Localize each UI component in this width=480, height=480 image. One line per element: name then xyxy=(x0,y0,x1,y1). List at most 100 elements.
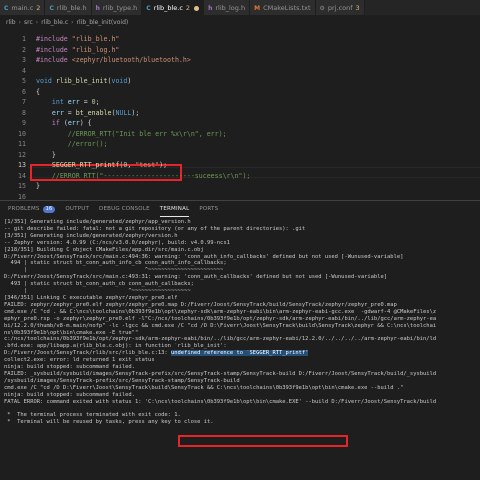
line-number: 5 xyxy=(22,77,26,85)
terminal-line: -- Zephyr version: 4.0.99 (C:/ncs/v3.0.0… xyxy=(4,239,230,246)
breadcrumb-item[interactable]: rlib xyxy=(6,19,16,26)
terminal-line: * The terminal process terminated with e… xyxy=(4,412,181,419)
line-number: 3 xyxy=(22,56,26,64)
breadcrumb-item[interactable]: rlib_ble_init(void) xyxy=(77,19,129,26)
code-line[interactable]: 14 //ERROR_RTT("-----------------------s… xyxy=(0,171,480,182)
tab-rlib-log-h[interactable]: h rlib_log.h xyxy=(204,0,251,15)
panel-tab-bar: PROBLEMS 16 OUTPUT DEBUG CONSOLE TERMINAL POR… xyxy=(0,201,480,217)
terminal-line: D:/Fiverr/Joost/SensyTrack/src/main.c:49… xyxy=(4,253,404,260)
problem-count: 2 xyxy=(36,4,41,12)
line-number: 14 xyxy=(18,171,26,180)
code-line[interactable]: 10 //ERROR_RTT("Init ble err %x\r\n", er… xyxy=(0,129,480,140)
terminal-line: FAILED: zephyr/zephyr_pre0.elf zephyr/ze… xyxy=(4,301,397,308)
code-line[interactable]: 9 if (err) { xyxy=(0,118,480,129)
code-text: #include <zephyr/bluetooth/bluetooth.h> xyxy=(36,56,191,64)
code-line[interactable]: 4 xyxy=(0,66,480,77)
code-text: if (err) { xyxy=(51,119,92,127)
tab-label: main.c xyxy=(11,4,34,12)
tab-rlib-ble-h[interactable]: Crlib_ble.h xyxy=(45,0,92,15)
line-number: 4 xyxy=(22,66,26,75)
terminal-line: ns\0b393f9e1b\opt\bin\cmake.exe -E true"… xyxy=(4,329,139,336)
terminal-line: /sysbuild/images/SensyTrack-prefix/src/S… xyxy=(4,377,240,384)
terminal-line: collect2.exe: error: ld returned 1 exit … xyxy=(4,357,155,364)
terminal-line: [346/351] Linking C executable zephyr/ze… xyxy=(4,294,178,301)
terminal-line: FAILED: _sysbuild/sysbuild/images/SensyT… xyxy=(4,370,437,377)
line-number: 9 xyxy=(22,119,26,127)
terminal-line: cmd.exe /C "cd /D D:\Fiverr\Joost\SensyT… xyxy=(4,384,404,391)
breadcrumb-item[interactable]: src xyxy=(24,19,33,26)
unsaved-dot-icon[interactable] xyxy=(194,5,200,11)
problem-count: 2 xyxy=(185,4,191,12)
tab-prj-conf[interactable]: ⚙ prj.conf 3 xyxy=(315,0,365,15)
problem-count: 3 xyxy=(355,4,360,12)
line-number: 2 xyxy=(22,45,26,54)
file-type-icon: h xyxy=(208,4,213,12)
terminal-line: .bfd.exe: app/libapp.a(rlib_ble.c.obj): … xyxy=(4,343,227,350)
terminal-line: cmd.exe /C "cd . && C:\ncs\toolchains\0b… xyxy=(4,308,437,315)
panel-tab-output[interactable]: OUTPUT xyxy=(65,201,89,217)
code-text: //error(); xyxy=(67,140,108,148)
code-line[interactable]: 2 #include "rlib_log.h" xyxy=(0,45,480,56)
line-number: 15 xyxy=(18,182,26,190)
panel-tab-label: PROBLEMS xyxy=(8,206,40,212)
tab-label: rlib_ble.c xyxy=(153,4,183,12)
code-line[interactable]: 12 } xyxy=(0,150,480,161)
code-text: SEGGER_RTT_printf(0, "test"); xyxy=(51,161,168,169)
bottom-panel: PROBLEMS 16 OUTPUT DEBUG CONSOLE TERMINAL POR… xyxy=(0,200,480,480)
file-type-icon: C xyxy=(146,4,151,12)
panel-tab-label: OUTPUT xyxy=(65,206,90,212)
line-number: 1 xyxy=(22,35,26,43)
code-line[interactable]: 1 #include "rlib_ble.h" xyxy=(0,34,480,45)
tab-label: rlib_ble.h xyxy=(56,4,87,12)
terminal-line: ninja: build stopped: subcommand failed. xyxy=(4,364,135,371)
editor-tab-bar: Cmain.c 2 Crlib_ble.h h rlib_type.h Crlib_ble… xyxy=(0,0,480,16)
linker-error-message: undefined reference to `SEGGER_RTT_print… xyxy=(170,350,309,357)
code-line[interactable]: 8 err = bt_enable(NULL); xyxy=(0,108,480,119)
terminal-line: [1/351] Generating include/generated/zep… xyxy=(4,219,191,225)
code-line[interactable]: 6{ xyxy=(0,87,480,98)
panel-tab-terminal[interactable]: TERMINAL xyxy=(159,201,190,217)
code-line[interactable]: 7 int err = 0; xyxy=(0,97,480,108)
line-number: 6 xyxy=(22,87,26,96)
breadcrumb: rlib › src › rlib_ble.c › rlib_ble_init(void) xyxy=(0,16,480,28)
code-text: err = bt_enable(NULL); xyxy=(51,108,140,117)
terminal-line: [3/351] Generating include/generated/zep… xyxy=(4,232,178,239)
terminal-line: * Terminal will be reused by tasks, pres… xyxy=(4,419,214,426)
chevron-right-icon: › xyxy=(71,18,74,26)
tab-main-c[interactable]: Cmain.c 2 xyxy=(0,0,46,15)
tab-cmakelists-txt[interactable]: M CMakeLists.txt xyxy=(250,0,316,15)
breadcrumb-item[interactable]: rlib_ble.c xyxy=(41,19,68,26)
tab-rlib-ble-c[interactable]: Crlib_ble.c 2 xyxy=(142,0,205,15)
terminal-line: bi/12.2.0/thumb/v8-m.main/nofp" -lc -lgc… xyxy=(4,322,437,329)
terminal-line: | ^~~~~~~~~~~~~~~~~~~ xyxy=(4,288,191,295)
line-number: 7 xyxy=(22,98,26,106)
tab-label: rlib_log.h xyxy=(215,4,246,12)
code-line[interactable]: 15} xyxy=(0,181,480,192)
tab-rlib-type-h[interactable]: h rlib_type.h xyxy=(91,0,143,15)
code-editor[interactable]: 1 #include "rlib_ble.h" 2 #include "rlib_lo… xyxy=(0,28,480,201)
code-line[interactable]: 13 SEGGER_RTT_printf(0, "test"); xyxy=(0,160,480,171)
panel-tab-ports[interactable]: PORTS xyxy=(199,201,218,217)
panel-tab-debug-console[interactable]: DEBUG CONSOLE xyxy=(99,201,150,217)
problems-count-badge: 16 xyxy=(42,205,56,213)
terminal-line: -- git describe failed: fatal: not a git… xyxy=(4,225,306,232)
code-text: { xyxy=(36,87,40,96)
line-number: 11 xyxy=(18,140,26,148)
code-line[interactable]: 3 #include <zephyr/bluetooth/bluetooth.h> xyxy=(0,55,480,66)
code-line[interactable]: 11 //error(); xyxy=(0,139,480,150)
tab-label: rlib_type.h xyxy=(102,4,138,12)
file-type-icon: h xyxy=(95,4,100,12)
code-text: //ERROR_RTT("-----------------------suce… xyxy=(51,171,251,180)
terminal-line: [218/351] Building C object CMakeFiles/a… xyxy=(4,246,204,253)
file-type-icon: M xyxy=(254,4,261,12)
line-number: 8 xyxy=(22,108,26,117)
code-line[interactable]: 5 void rlib_ble_init(void) xyxy=(0,76,480,87)
panel-tab-label: DEBUG CONSOLE xyxy=(99,206,150,212)
code-text: int err = 0; xyxy=(51,98,100,106)
terminal-line: | ^~~~~~~~~~~~~~~~~~~~~~~~ xyxy=(4,267,224,274)
code-text: } xyxy=(51,150,56,159)
panel-tab-problems[interactable]: PROBLEMS 16 xyxy=(8,201,56,217)
code-text: void rlib_ble_init(void) xyxy=(36,77,132,85)
code-text: #include "rlib_log.h" xyxy=(36,45,120,54)
